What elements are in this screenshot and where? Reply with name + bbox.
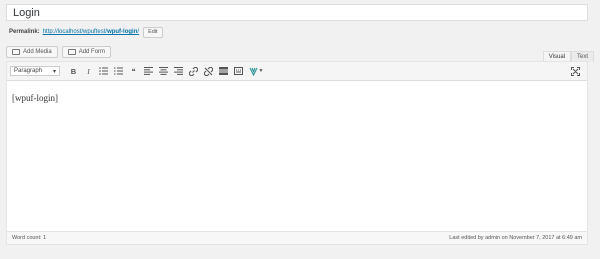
format-select-value: Paragraph xyxy=(14,68,43,74)
media-buttons: Add Media Add Form xyxy=(6,46,112,58)
content-editor: Paragraph ▾ B I ❝ ▼ [wpuf-login] Word co… xyxy=(6,61,588,245)
align-center-icon[interactable] xyxy=(156,65,171,77)
editor-text: [wpuf-login] xyxy=(12,93,58,103)
editor-toolbar: Paragraph ▾ B I ❝ ▼ xyxy=(7,62,587,81)
remove-link-icon[interactable] xyxy=(201,65,216,77)
word-count: Word count: 1 xyxy=(12,235,47,241)
chevron-down-icon: ▾ xyxy=(52,68,56,75)
editor-status-bar: Word count: 1 Last edited by admin on No… xyxy=(7,231,587,244)
post-title-input[interactable]: Login xyxy=(6,4,588,21)
permalink-label: Permalink: xyxy=(9,29,40,35)
form-icon xyxy=(67,49,76,55)
align-right-icon[interactable] xyxy=(171,65,186,77)
editor-content[interactable]: [wpuf-login] xyxy=(7,81,587,115)
media-icon xyxy=(12,49,20,55)
numbered-list-icon[interactable] xyxy=(111,65,126,77)
plugin-icon[interactable]: ▼ xyxy=(246,65,266,77)
permalink-link[interactable]: http://localhost/wpuftest/wpuf-login/ xyxy=(43,29,139,35)
add-media-button[interactable]: Add Media xyxy=(6,46,58,58)
align-left-icon[interactable] xyxy=(141,65,156,77)
add-form-button[interactable]: Add Form xyxy=(61,46,112,58)
bold-icon[interactable]: B xyxy=(66,65,81,77)
plugin-chevron-down-icon: ▼ xyxy=(258,68,264,74)
fullscreen-icon[interactable] xyxy=(568,65,583,77)
bulleted-list-icon[interactable] xyxy=(96,65,111,77)
permalink-url-end: / xyxy=(137,29,140,35)
permalink-url-base: http://localhost/wpuftest/ xyxy=(42,29,108,35)
permalink-bar: Permalink: http://localhost/wpuftest/wpu… xyxy=(9,26,163,38)
permalink-slug: wpuf-login xyxy=(107,29,138,35)
toolbar-toggle-icon[interactable] xyxy=(231,65,246,77)
permalink-edit-button[interactable]: Edit xyxy=(143,26,163,38)
format-select[interactable]: Paragraph ▾ xyxy=(10,66,60,76)
read-more-icon[interactable] xyxy=(216,65,231,77)
insert-link-icon[interactable] xyxy=(186,65,201,77)
add-form-label: Add Form xyxy=(78,49,106,55)
italic-icon[interactable]: I xyxy=(81,65,96,77)
blockquote-icon[interactable]: ❝ xyxy=(126,65,141,77)
add-media-label: Add Media xyxy=(23,49,52,55)
last-edited: Last edited by admin on November 7, 2017… xyxy=(449,235,582,241)
